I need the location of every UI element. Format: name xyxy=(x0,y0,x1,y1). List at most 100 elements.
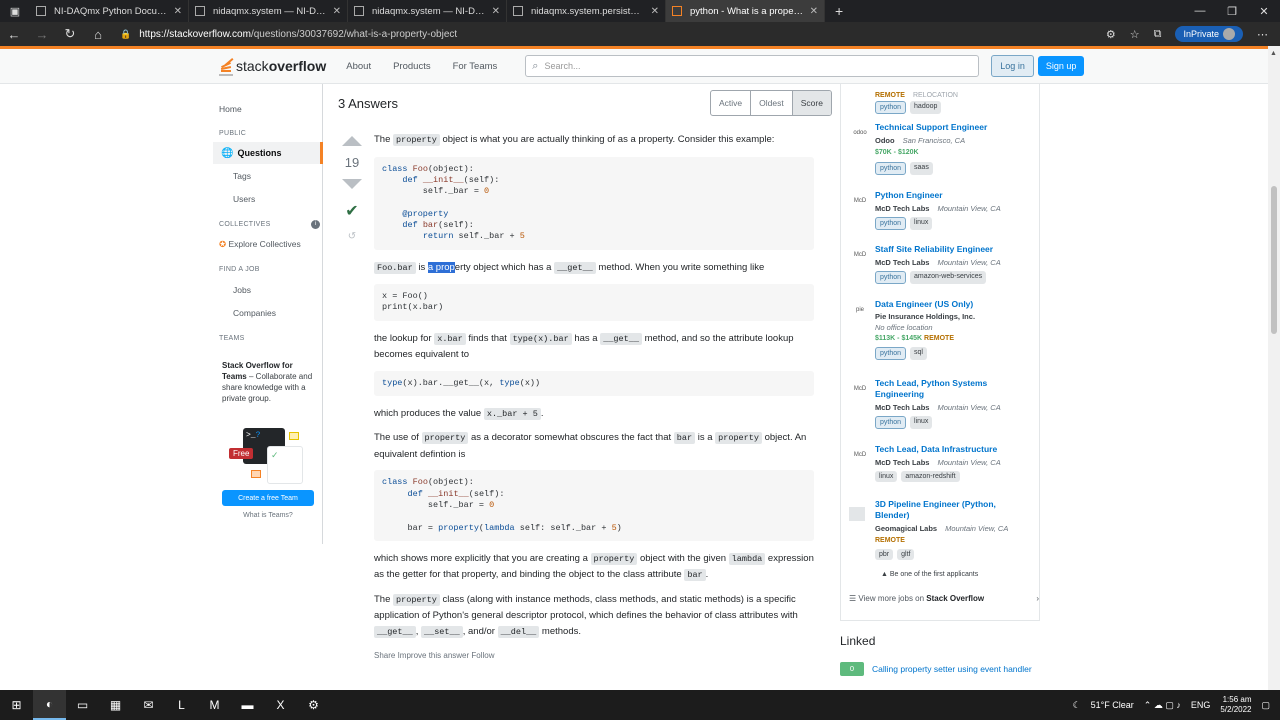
stack-icon: ☰ xyxy=(849,594,857,603)
tag[interactable]: python xyxy=(875,347,907,360)
browser-tab-1[interactable]: NI-DAQmx Python Documentatio ✕ xyxy=(30,0,189,22)
edge-icon[interactable]: ◐ xyxy=(33,690,66,720)
tag[interactable]: pbr xyxy=(875,549,894,560)
store-icon[interactable]: ▦ xyxy=(99,690,132,720)
sort-score[interactable]: Score xyxy=(792,91,831,115)
weather-text[interactable]: 51°F Clear xyxy=(1091,700,1134,710)
tag[interactable]: saas xyxy=(910,162,933,175)
sort-active[interactable]: Active xyxy=(711,91,752,115)
section-teams: TEAMS xyxy=(219,335,245,342)
job-company: McD Tech Labs Mountain View, CA xyxy=(875,204,1001,213)
job-tags: linux amazon-redshift xyxy=(875,471,960,482)
sidebar-item-jobs[interactable]: Jobs xyxy=(233,285,251,295)
job-title[interactable]: Data Engineer (US Only) xyxy=(875,299,1025,310)
tag[interactable]: linux xyxy=(910,416,933,429)
tag[interactable]: python xyxy=(875,101,907,114)
tag[interactable]: gltf xyxy=(897,549,915,560)
tag[interactable]: linux xyxy=(875,471,898,482)
job-title[interactable]: Tech Lead, Data Infrastructure xyxy=(875,444,1025,455)
mcafee-icon[interactable]: M xyxy=(198,690,231,720)
job-title[interactable]: 3D Pipeline Engineer (Python, Blender) xyxy=(875,499,1025,521)
tag[interactable]: sql xyxy=(910,347,927,360)
sidebar-item-questions[interactable]: 🌐 Questions xyxy=(213,142,323,164)
new-tab-icon[interactable]: + xyxy=(825,3,853,19)
nav-products[interactable]: Products xyxy=(393,61,431,72)
what-is-teams-link[interactable]: What is Teams? xyxy=(213,512,323,519)
job-title[interactable]: Technical Support Engineer xyxy=(875,122,1025,133)
history-icon[interactable]: ↺ xyxy=(338,231,366,242)
linked-title[interactable]: Calling property setter using event hand… xyxy=(872,664,1032,674)
job-title[interactable]: Staff Site Reliability Engineer xyxy=(875,244,1025,255)
nav-for-teams[interactable]: For Teams xyxy=(453,61,498,72)
tag[interactable]: linux xyxy=(910,217,933,230)
tracking-icon[interactable]: ⚙ xyxy=(1106,28,1116,41)
post-menu[interactable]: Share Improve this answer Follow xyxy=(374,648,814,664)
start-icon[interactable]: ⊞ xyxy=(0,690,33,720)
stackoverflow-logo[interactable]: stack overflow xyxy=(219,54,326,78)
tag[interactable]: python xyxy=(875,416,907,429)
refresh-icon[interactable]: ↻ xyxy=(56,26,84,42)
login-button[interactable]: Log in xyxy=(991,55,1034,77)
close-tab-icon[interactable]: ✕ xyxy=(492,6,500,17)
lync-icon[interactable]: L xyxy=(165,690,198,720)
close-tab-icon[interactable]: ✕ xyxy=(651,6,659,17)
back-icon[interactable]: ← xyxy=(0,27,28,42)
close-tab-icon[interactable]: ✕ xyxy=(333,6,341,17)
sidebar-item-companies[interactable]: Companies xyxy=(233,308,276,318)
tag[interactable]: amazon-web-services xyxy=(910,271,987,284)
info-icon[interactable]: i xyxy=(311,220,320,229)
mail-icon[interactable]: ✉ xyxy=(132,690,165,720)
url-bar[interactable]: 🔒 https://stackoverflow.com/questions/30… xyxy=(120,25,950,43)
view-more-jobs-link[interactable]: ☰ View more jobs on Stack Overflow › xyxy=(849,594,1039,603)
tag[interactable]: python xyxy=(875,271,907,284)
close-window-icon[interactable]: ✕ xyxy=(1248,5,1280,18)
browser-tab-2[interactable]: nidaqmx.system — NI-DAQmx P ✕ xyxy=(189,0,348,22)
minimize-icon[interactable]: — xyxy=(1184,5,1216,18)
home-icon[interactable]: ⌂ xyxy=(84,27,112,42)
tag[interactable]: amazon-redshift xyxy=(901,471,960,482)
more-icon[interactable]: ⋯ xyxy=(1257,28,1268,41)
terminal-app-icon[interactable]: ▬ xyxy=(231,690,264,720)
close-tab-icon[interactable]: ✕ xyxy=(810,6,818,17)
downvote-icon[interactable] xyxy=(342,179,362,189)
nav-about[interactable]: About xyxy=(346,61,371,72)
job-title[interactable]: Tech Lead, Python Systems Engineering xyxy=(875,378,1025,400)
favorites-icon[interactable]: ☆ xyxy=(1130,28,1140,41)
window-menu-icon[interactable]: ▣ xyxy=(0,0,30,22)
tray-icons[interactable]: ⌃ ☁ ▢ ♪ xyxy=(1144,700,1181,711)
upvote-icon[interactable] xyxy=(342,136,362,146)
language-indicator[interactable]: ENG xyxy=(1191,700,1211,710)
sidebar-item-tags[interactable]: Tags xyxy=(233,171,251,181)
favicon-icon xyxy=(354,6,364,16)
scrollbar-thumb[interactable] xyxy=(1271,186,1277,334)
sidebar-item-explore-collectives[interactable]: ✪ Explore Collectives xyxy=(219,239,301,250)
browser-tab-4[interactable]: nidaqmx.system.persisted_task_c ✕ xyxy=(507,0,666,22)
browser-tab-3[interactable]: nidaqmx.system — NI-DAQmx P ✕ xyxy=(348,0,507,22)
tag[interactable]: python xyxy=(875,162,907,175)
restore-icon[interactable]: ❐ xyxy=(1216,5,1248,18)
sidebar-item-home[interactable]: Home xyxy=(219,104,242,114)
tag[interactable]: hadoop xyxy=(910,101,942,114)
page-scrollbar[interactable]: ▲ xyxy=(1268,46,1280,690)
settings-icon[interactable]: ⚙ xyxy=(297,690,330,720)
tag[interactable]: python xyxy=(875,217,907,230)
clock[interactable]: 1:56 am 5/2/2022 xyxy=(1220,695,1251,715)
file-explorer-icon[interactable]: ▭ xyxy=(66,690,99,720)
create-team-button[interactable]: Create a free Team xyxy=(222,490,314,506)
excel-icon[interactable]: X xyxy=(264,690,297,720)
forward-icon[interactable]: → xyxy=(28,27,56,42)
signup-button[interactable]: Sign up xyxy=(1037,56,1085,76)
company-logo: pie xyxy=(855,307,864,313)
browser-tab-5[interactable]: python - What is a property obje ✕ xyxy=(666,0,825,22)
sidebar-item-users[interactable]: Users xyxy=(233,194,255,204)
close-tab-icon[interactable]: ✕ xyxy=(174,6,182,17)
job-title[interactable]: Python Engineer xyxy=(875,190,1025,201)
collections-icon[interactable]: ⧉ xyxy=(1154,28,1162,41)
tab-title: nidaqmx.system — NI-DAQmx P xyxy=(213,5,327,17)
search-input[interactable]: ⌕ Search... xyxy=(525,55,980,77)
linked-item[interactable]: 0 Calling property setter using event ha… xyxy=(840,662,1040,676)
notification-icon[interactable]: ▢ xyxy=(1261,700,1270,711)
inprivate-badge[interactable]: InPrivate xyxy=(1175,26,1243,42)
scroll-up-icon[interactable]: ▲ xyxy=(1270,50,1277,57)
sort-oldest[interactable]: Oldest xyxy=(751,91,793,115)
